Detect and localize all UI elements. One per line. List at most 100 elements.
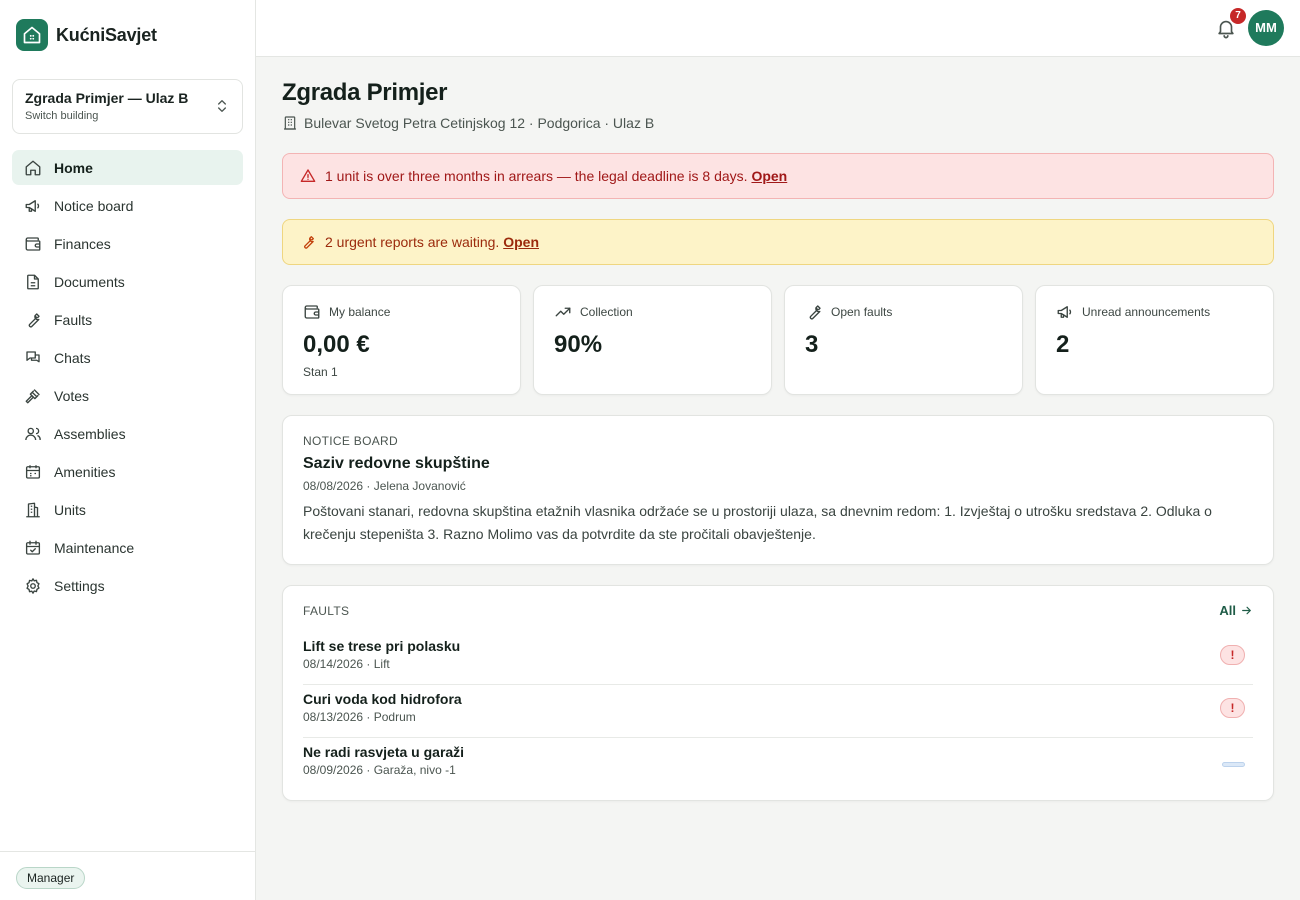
sidebar: KućniSavjet Zgrada Primjer — Ulaz B Swit…: [0, 0, 256, 900]
megaphone-icon: [1057, 306, 1072, 318]
sidebar-item-label: Notice board: [54, 197, 134, 214]
urgent-reports-alert: 2 urgent reports are waiting. Open: [282, 219, 1274, 265]
stat-value: 90%: [554, 331, 603, 358]
megaphone-icon: [25, 199, 40, 212]
sidebar-item-votes[interactable]: Votes: [12, 378, 243, 413]
stat-label: Collection: [580, 305, 633, 319]
sidebar-item-label: Finances: [54, 235, 111, 252]
notice-meta: 08/08/2026 · Jelena Jovanović: [303, 479, 466, 493]
building-icon: [26, 502, 40, 517]
sidebar-item-faults[interactable]: Faults: [12, 302, 243, 337]
sidebar-item-label: Settings: [54, 577, 105, 594]
sidebar-item-notice-board[interactable]: Notice board: [12, 188, 243, 223]
sidebar-item-chats[interactable]: Chats: [12, 340, 243, 375]
sidebar-item-documents[interactable]: Documents: [12, 264, 243, 299]
topbar: 7 MM: [256, 0, 1300, 57]
switch-building-label: Switch building: [25, 110, 99, 122]
page-title: Zgrada Primjer: [282, 79, 448, 106]
notice-body: Poštovani stanari, redovna skupština eta…: [303, 503, 1212, 542]
all-faults-link[interactable]: All: [1219, 603, 1253, 618]
sidebar-item-units[interactable]: Units: [12, 492, 243, 527]
fault-meta: 08/13/2026 · Podrum: [303, 710, 416, 724]
wrench-icon: [809, 305, 821, 320]
sidebar-item-label: Documents: [54, 273, 125, 290]
logo-house-icon: [16, 19, 48, 51]
fault-title: Lift se trese pri polasku: [303, 638, 461, 654]
fault-row[interactable]: Curi voda kod hidrofora 08/13/2026 · Pod…: [303, 685, 1253, 738]
notice-title: Saziv redovne skupštine: [303, 455, 490, 472]
stat-card-collection[interactable]: Collection 90%: [533, 285, 772, 395]
arrears-open-link[interactable]: Open: [751, 168, 787, 184]
sidebar-item-label: Home: [54, 159, 93, 176]
warning-triangle-icon: [300, 169, 316, 182]
gavel-icon: [25, 388, 40, 403]
stat-card-balance[interactable]: My balance 0,00 € Stan 1: [282, 285, 521, 395]
fault-meta: 08/09/2026 · Garaža, nivo -1: [303, 763, 456, 777]
building-address: Bulevar Svetog Petra Cetinjskog 12 · Pod…: [282, 115, 654, 131]
urgent-alert-message: 2 urgent reports are waiting.: [325, 234, 500, 250]
building-switcher[interactable]: Zgrada Primjer — Ulaz B Switch building: [12, 79, 243, 134]
sidebar-item-assemblies[interactable]: Assemblies: [12, 416, 243, 451]
sidebar-item-label: Units: [54, 501, 86, 518]
role-badge: Manager: [16, 867, 86, 889]
building-name: Zgrada Primjer — Ulaz B: [25, 90, 189, 106]
user-avatar[interactable]: MM: [1248, 10, 1284, 46]
faults-card: FAULTS All Lift se trese pri polasku 08/…: [282, 585, 1274, 801]
sidebar-item-label: Amenities: [54, 463, 116, 480]
brand[interactable]: KućniSavjet: [16, 19, 157, 51]
app-name: KućniSavjet: [56, 24, 157, 45]
stat-card-unread-announcements[interactable]: Unread announcements 2: [1035, 285, 1274, 395]
arrow-right-icon: [1242, 606, 1251, 615]
stat-card-open-faults[interactable]: Open faults 3: [784, 285, 1023, 395]
stat-value: 0,00 €: [303, 331, 370, 358]
sidebar-nav: Home Notice board Finances Documents Fau…: [12, 150, 243, 606]
stat-label: Unread announcements: [1082, 305, 1211, 319]
arrears-alert-message: 1 unit is over three months in arrears —…: [325, 168, 748, 184]
priority-high-badge: !: [1220, 698, 1245, 718]
sidebar-item-label: Faults: [54, 311, 93, 328]
stat-label: Open faults: [831, 305, 893, 319]
address-text: Bulevar Svetog Petra Cetinjskog 12 · Pod…: [304, 115, 655, 131]
priority-high-badge: !: [1220, 645, 1245, 665]
fault-list: Lift se trese pri polasku 08/14/2026 · L…: [303, 632, 1253, 791]
home-icon: [25, 160, 41, 175]
wrench-icon: [28, 312, 40, 327]
sidebar-item-label: Votes: [54, 387, 90, 404]
document-icon: [27, 274, 39, 289]
users-icon: [25, 427, 41, 440]
notice-board-card[interactable]: NOTICE BOARD Saziv redovne skupštine 08/…: [282, 415, 1274, 565]
calendar-icon: [25, 464, 41, 479]
fault-title: Ne radi rasvjeta u garaži: [303, 744, 465, 760]
section-label: FAULTS: [303, 604, 350, 618]
chat-icon: [26, 350, 40, 362]
wrench-icon: [304, 236, 314, 249]
all-faults-label: All: [1219, 603, 1236, 618]
urgent-open-link[interactable]: Open: [503, 234, 539, 250]
calendar-check-icon: [25, 540, 41, 555]
fault-meta: 08/14/2026 · Lift: [303, 657, 390, 671]
wallet-icon: [25, 236, 41, 251]
fault-title: Curi voda kod hidrofora: [303, 691, 462, 707]
sidebar-item-home[interactable]: Home: [12, 150, 243, 185]
stats-row: My balance 0,00 € Stan 1 Collection 90% …: [282, 285, 1274, 395]
trending-up-icon: [555, 307, 571, 317]
notification-count-badge: 7: [1230, 8, 1246, 24]
urgent-alert-text: 2 urgent reports are waiting. Open: [325, 234, 539, 250]
sidebar-item-finances[interactable]: Finances: [12, 226, 243, 261]
section-label: NOTICE BOARD: [303, 434, 398, 448]
stat-value: 2: [1056, 331, 1070, 358]
fault-row[interactable]: Lift se trese pri polasku 08/14/2026 · L…: [303, 632, 1253, 685]
sidebar-item-label: Assemblies: [54, 425, 126, 442]
sidebar-item-label: Chats: [54, 349, 91, 366]
building-icon: [284, 116, 296, 130]
stat-value: 3: [805, 331, 819, 358]
stat-label: My balance: [329, 305, 391, 319]
fault-row[interactable]: Ne radi rasvjeta u garaži 08/09/2026 · G…: [303, 738, 1253, 791]
sidebar-item-settings[interactable]: Settings: [12, 568, 243, 603]
arrears-alert-text: 1 unit is over three months in arrears —…: [325, 168, 787, 184]
sidebar-item-label: Maintenance: [54, 539, 135, 556]
sidebar-item-maintenance[interactable]: Maintenance: [12, 530, 243, 565]
stat-sub: Stan 1: [303, 365, 338, 379]
priority-low-badge: [1222, 762, 1245, 767]
sidebar-item-amenities[interactable]: Amenities: [12, 454, 243, 489]
